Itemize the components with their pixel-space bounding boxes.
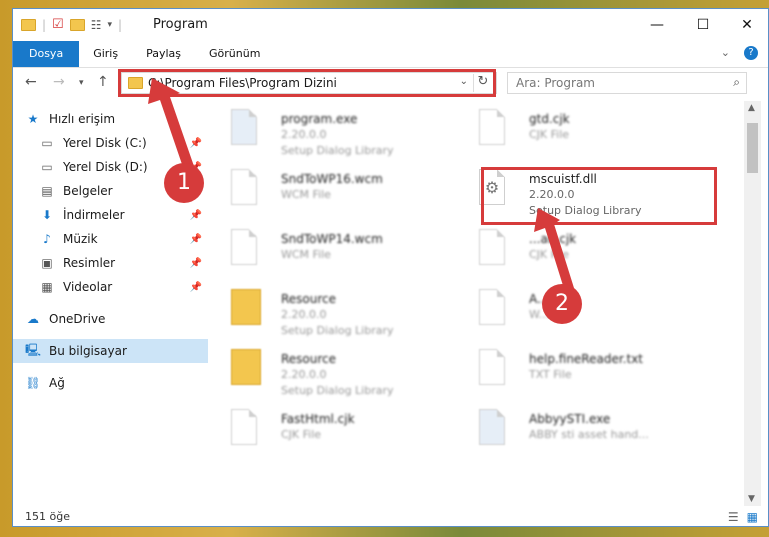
callout-arrows	[148, 78, 574, 292]
callout-arrow-1	[148, 78, 196, 176]
callout-arrow-2	[534, 208, 574, 292]
callout-badge-2: 2	[542, 284, 582, 324]
callout-badge-1: 1	[164, 163, 204, 203]
